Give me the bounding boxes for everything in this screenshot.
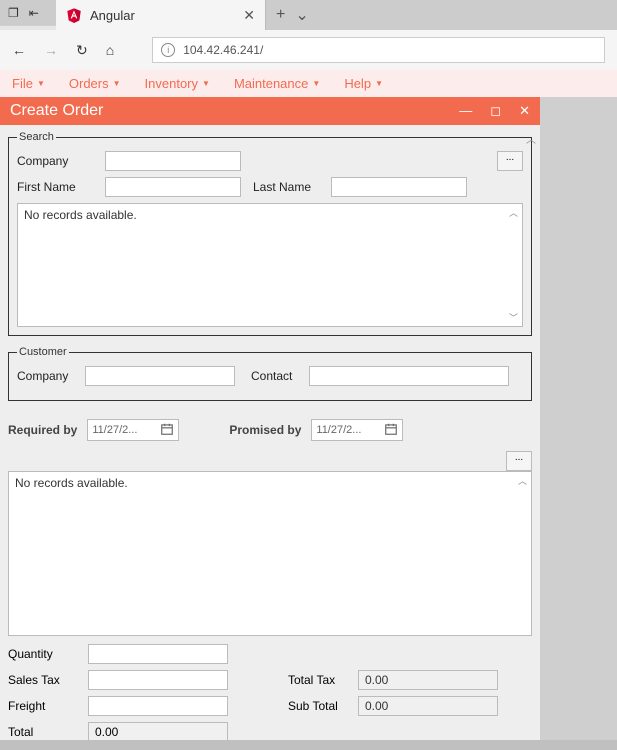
grid-empty-text: No records available. xyxy=(24,208,137,222)
url-text: 104.42.46.241/ xyxy=(183,43,263,57)
quantity-label: Quantity xyxy=(8,647,88,661)
total-value: 0.00 xyxy=(88,722,228,740)
search-fieldset: Search Company ... First Name Last Name … xyxy=(8,131,532,336)
customer-fieldset: Customer Company Contact xyxy=(8,346,532,401)
dates-row: Required by 11/27/2... Promised by 11/27… xyxy=(8,419,532,441)
quantity-input[interactable] xyxy=(88,644,228,664)
menu-orders[interactable]: Orders▼ xyxy=(69,76,121,91)
grid-scroll-up-icon[interactable]: ︿ xyxy=(518,474,527,487)
home-icon[interactable]: ⌂ xyxy=(106,42,114,58)
window-body: ︿ Search Company ... First Name Last Nam… xyxy=(0,125,540,740)
customer-legend: Customer xyxy=(17,346,69,358)
freight-input[interactable] xyxy=(88,696,228,716)
minimize-icon[interactable]: — xyxy=(459,103,472,119)
sub-total-label: Sub Total xyxy=(288,699,358,713)
customer-contact-label: Contact xyxy=(251,369,301,383)
total-label: Total xyxy=(8,725,88,739)
close-tab-icon[interactable]: ✕ xyxy=(243,7,255,24)
window-title: Create Order xyxy=(10,102,103,120)
promised-by-value: 11/27/2... xyxy=(316,424,361,436)
new-tab-icon[interactable]: + xyxy=(276,6,285,24)
angular-favicon xyxy=(66,7,82,23)
tab-chevron-icon[interactable]: ⌄ xyxy=(295,5,308,25)
menu-help[interactable]: Help▼ xyxy=(344,76,383,91)
caret-down-icon: ▼ xyxy=(202,79,210,88)
pin-icon[interactable]: ⇤ xyxy=(29,6,39,20)
titlebar: Create Order — ◻ ✕ xyxy=(0,97,540,125)
refresh-icon[interactable]: ↻ xyxy=(76,42,88,59)
system-icons: ❐ ⇤ xyxy=(0,0,56,26)
workspace: Create Order — ◻ ✕ ︿ Search Company ... xyxy=(0,97,617,740)
maximize-icon[interactable]: ◻ xyxy=(490,103,501,119)
search-legend: Search xyxy=(17,131,56,143)
app-area: File▼ Orders▼ Inventory▼ Maintenance▼ He… xyxy=(0,70,617,740)
cascade-icon[interactable]: ❐ xyxy=(8,6,19,20)
search-lookup-button[interactable]: ... xyxy=(497,151,523,171)
close-icon[interactable]: ✕ xyxy=(519,103,530,119)
calendar-icon[interactable] xyxy=(160,422,174,439)
create-order-window: Create Order — ◻ ✕ ︿ Search Company ... xyxy=(0,97,540,740)
sub-total-value: 0.00 xyxy=(358,696,498,716)
search-results-grid[interactable]: No records available. ︿ ﹀ xyxy=(17,203,523,327)
menu-file[interactable]: File▼ xyxy=(12,76,45,91)
promised-by-field[interactable]: 11/27/2... xyxy=(311,419,403,441)
nav-row: ← → ↻ ⌂ i 104.42.46.241/ xyxy=(0,30,617,70)
menu-bar: File▼ Orders▼ Inventory▼ Maintenance▼ He… xyxy=(0,70,617,97)
order-lookup-button[interactable]: ... xyxy=(506,451,532,471)
order-grid-empty-text: No records available. xyxy=(15,476,128,490)
caret-down-icon: ▼ xyxy=(37,79,45,88)
last-name-label: Last Name xyxy=(253,180,323,194)
calendar-icon[interactable] xyxy=(384,422,398,439)
company-input[interactable] xyxy=(105,151,241,171)
customer-company-input[interactable] xyxy=(85,366,235,386)
caret-down-icon: ▼ xyxy=(375,79,383,88)
info-icon[interactable]: i xyxy=(161,43,175,57)
last-name-input[interactable] xyxy=(331,177,467,197)
total-tax-label: Total Tax xyxy=(288,673,358,687)
address-bar[interactable]: i 104.42.46.241/ xyxy=(152,37,605,63)
tab-title: Angular xyxy=(90,8,135,23)
promised-by-label: Promised by xyxy=(229,423,301,437)
grid-scroll-down-icon[interactable]: ﹀ xyxy=(509,311,518,324)
totals-section: Quantity Sales Tax Total Tax 0.00 Freigh… xyxy=(8,644,532,740)
required-by-label: Required by xyxy=(8,423,77,437)
first-name-input[interactable] xyxy=(105,177,241,197)
total-tax-value: 0.00 xyxy=(358,670,498,690)
browser-chrome: ❐ ⇤ Angular ✕ + ⌄ ← → ↻ ⌂ i 104.42.46.24… xyxy=(0,0,617,70)
side-panel xyxy=(540,97,617,740)
tab-actions: + ⌄ xyxy=(266,0,319,30)
caret-down-icon: ▼ xyxy=(113,79,121,88)
first-name-label: First Name xyxy=(17,180,97,194)
forward-icon[interactable]: → xyxy=(44,42,58,58)
menu-maintenance[interactable]: Maintenance▼ xyxy=(234,76,320,91)
caret-down-icon: ▼ xyxy=(312,79,320,88)
tab-row: Angular ✕ + ⌄ xyxy=(56,0,617,30)
required-by-field[interactable]: 11/27/2... xyxy=(87,419,179,441)
sales-tax-label: Sales Tax xyxy=(8,673,88,687)
required-by-value: 11/27/2... xyxy=(92,424,137,436)
window-controls: — ◻ ✕ xyxy=(459,103,530,119)
menu-inventory[interactable]: Inventory▼ xyxy=(145,76,210,91)
sales-tax-input[interactable] xyxy=(88,670,228,690)
company-label: Company xyxy=(17,154,97,168)
freight-label: Freight xyxy=(8,699,88,713)
customer-contact-input[interactable] xyxy=(309,366,509,386)
browser-tab[interactable]: Angular ✕ xyxy=(56,0,266,30)
back-icon[interactable]: ← xyxy=(12,42,26,58)
grid-scroll-up-icon[interactable]: ︿ xyxy=(509,206,518,219)
order-lines-grid[interactable]: No records available. ︿ xyxy=(8,471,532,636)
customer-company-label: Company xyxy=(17,369,77,383)
scroll-up-icon[interactable]: ︿ xyxy=(526,131,536,146)
